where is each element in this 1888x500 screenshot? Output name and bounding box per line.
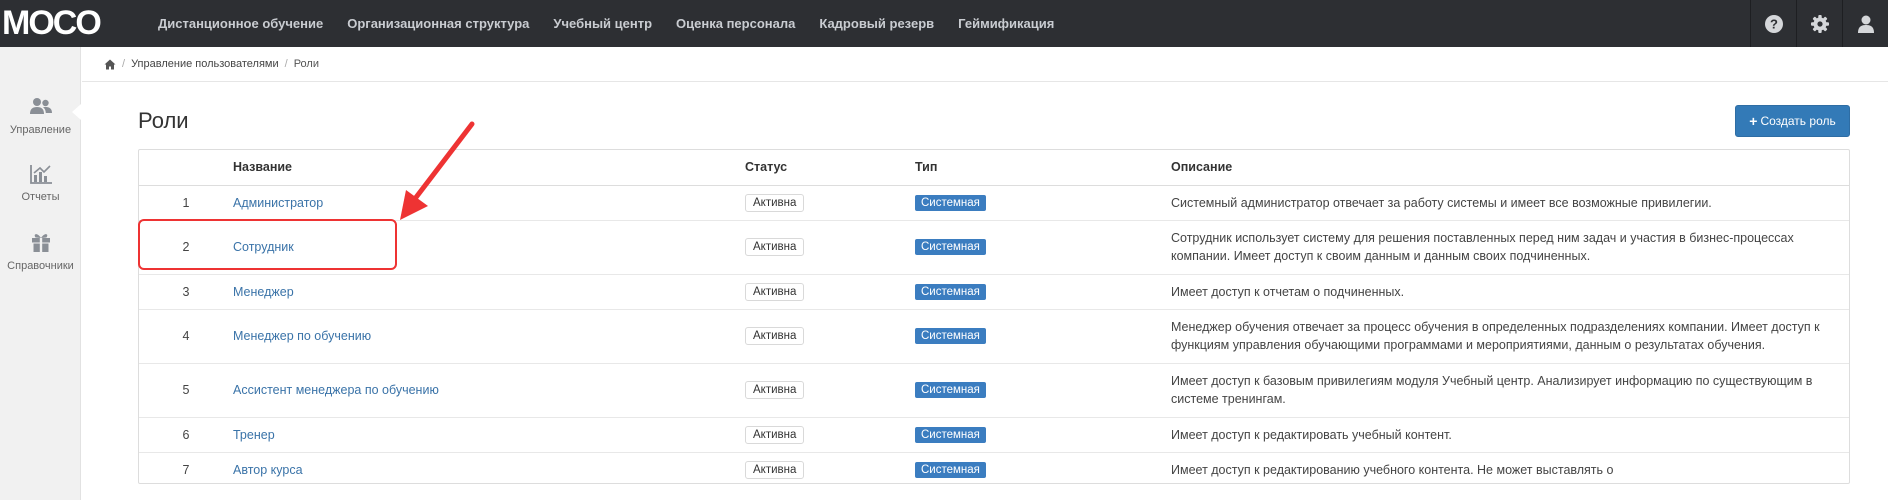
header-type[interactable]: Тип	[915, 150, 1171, 186]
profile-button[interactable]	[1842, 0, 1888, 47]
bar-chart-icon	[29, 165, 52, 184]
create-role-button[interactable]: + Создать роль	[1735, 105, 1850, 137]
page-title: Роли	[138, 108, 189, 133]
breadcrumb-roles: Роли	[293, 58, 319, 70]
plus-icon: +	[1749, 113, 1758, 129]
status-badge: Активна	[745, 282, 805, 301]
row-number: 5	[139, 362, 233, 417]
main-nav: Дистанционное обучение Организационная с…	[158, 0, 1078, 47]
type-badge: Системная	[915, 426, 986, 443]
breadcrumb-user-management[interactable]: Управление пользователями	[131, 58, 279, 70]
nav-item-training-center[interactable]: Учебный центр	[553, 16, 652, 31]
sidebar-item-reports[interactable]: Отчеты	[0, 164, 81, 203]
type-badge: Системная	[915, 283, 986, 300]
help-icon: ?	[1764, 14, 1783, 33]
role-description: Имеет доступ к базовым привилегиям модул…	[1171, 362, 1849, 417]
role-description: Имеет доступ к редактировать учебный кон…	[1171, 416, 1849, 452]
settings-button[interactable]	[1796, 0, 1842, 47]
moco-logo[interactable]: MOCO	[0, 4, 102, 42]
row-number: 7	[139, 451, 233, 483]
status-badge: Активна	[745, 238, 805, 256]
row-number: 3	[139, 273, 233, 309]
top-icon-group: ?	[1750, 0, 1888, 47]
nav-item-gamification[interactable]: Геймификация	[958, 16, 1054, 31]
header-name[interactable]: Название	[233, 150, 745, 186]
header-num	[139, 150, 233, 186]
type-badge: Системная	[915, 382, 986, 398]
status-badge: Активна	[745, 381, 805, 399]
nav-item-org-structure[interactable]: Организационная структура	[347, 16, 529, 31]
annotation-highlight-box	[138, 219, 397, 270]
header-description: Описание	[1171, 150, 1849, 186]
role-link[interactable]: Тренер	[233, 428, 275, 442]
top-navbar: MOCO Дистанционное обучение Организацион…	[0, 0, 1888, 47]
header-status[interactable]: Статус	[745, 150, 915, 186]
nav-item-distance-learning[interactable]: Дистанционное обучение	[158, 16, 323, 31]
breadcrumb-separator: /	[122, 58, 126, 70]
users-icon	[29, 98, 52, 114]
gear-icon	[1810, 14, 1829, 33]
nav-item-talent-pool[interactable]: Кадровый резерв	[819, 16, 934, 31]
annotation-arrow-icon	[400, 121, 475, 220]
sidebar-label-management: Управление	[9, 124, 72, 136]
role-description: Системный администратор отвечает за рабо…	[1171, 184, 1849, 220]
type-badge: Системная	[915, 194, 986, 211]
status-badge: Активна	[745, 193, 805, 212]
create-role-label: Создать роль	[1760, 114, 1836, 128]
status-badge: Активна	[745, 327, 805, 345]
sidebar-label-directories: Справочники	[7, 260, 74, 272]
table-row: 3 Менеджер Активна Системная Имеет досту…	[139, 273, 1849, 309]
sidebar-label-reports: Отчеты	[21, 191, 60, 203]
type-badge: Системная	[915, 328, 986, 344]
role-description: Имеет доступ к редактированию учебного к…	[1171, 451, 1849, 483]
row-number: 1	[139, 184, 233, 220]
svg-text:?: ?	[1770, 16, 1778, 31]
table-row: 6 Тренер Активна Системная Имеет доступ …	[139, 416, 1849, 452]
role-link[interactable]: Менеджер по обучению	[233, 329, 371, 343]
type-badge: Системная	[915, 239, 986, 255]
status-badge: Активна	[745, 425, 805, 444]
row-number: 6	[139, 416, 233, 452]
help-button[interactable]: ?	[1750, 0, 1796, 47]
table-row: 5 Ассистент менеджера по обучению Активн…	[139, 362, 1849, 417]
status-badge: Активна	[745, 460, 805, 479]
breadcrumb-separator: /	[284, 58, 288, 70]
role-link[interactable]: Администратор	[233, 196, 323, 210]
role-link[interactable]: Менеджер	[233, 285, 294, 299]
sidebar-item-directories[interactable]: Справочники	[0, 231, 81, 272]
table-row: 7 Автор курса Активна Системная Имеет до…	[139, 451, 1849, 483]
role-link[interactable]: Автор курса	[233, 463, 303, 477]
user-icon	[1857, 15, 1874, 33]
active-indicator	[72, 104, 81, 120]
sidebar-item-management[interactable]: Управление	[0, 97, 81, 136]
table-row: 4 Менеджер по обучению Активна Системная…	[139, 308, 1849, 363]
nav-item-staff-assessment[interactable]: Оценка персонала	[676, 16, 795, 31]
role-description: Менеджер обучения отвечает за процесс об…	[1171, 308, 1849, 363]
gift-icon	[31, 234, 50, 252]
home-icon[interactable]	[104, 59, 116, 70]
left-sidebar: Управление Отчеты Справочники	[0, 47, 81, 500]
row-number: 4	[139, 308, 233, 363]
role-description: Сотрудник использует систему для решения…	[1171, 219, 1849, 274]
type-badge: Системная	[915, 461, 986, 478]
role-description: Имеет доступ к отчетам о подчиненных.	[1171, 273, 1849, 309]
role-link[interactable]: Ассистент менеджера по обучению	[233, 383, 439, 397]
breadcrumb: / Управление пользователями / Роли	[82, 47, 1888, 82]
